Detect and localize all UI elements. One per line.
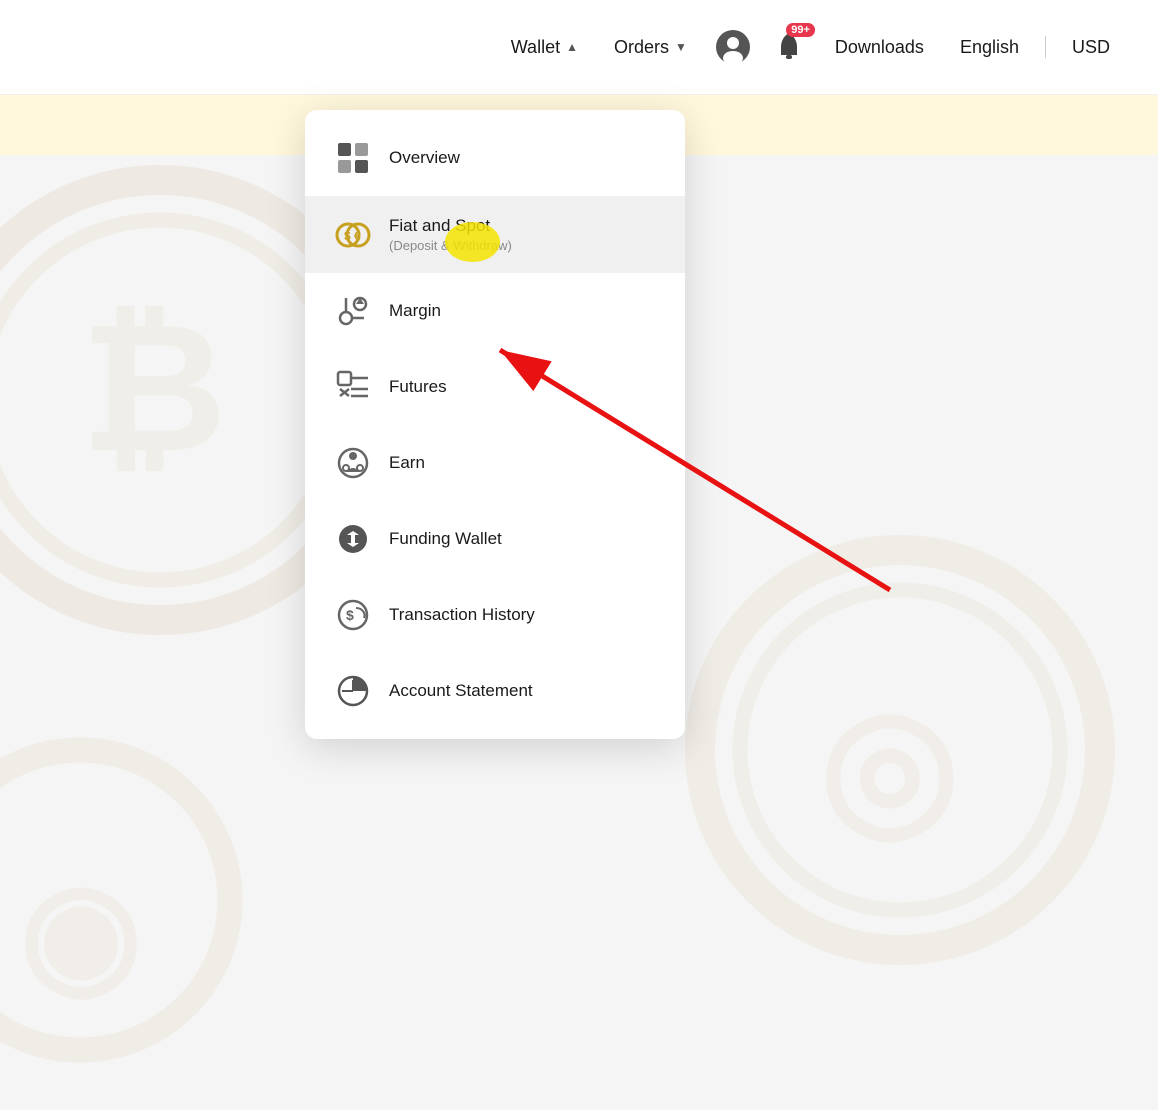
transaction-history-icon: $: [335, 597, 371, 633]
funding-wallet-icon: [335, 521, 371, 557]
overview-title: Overview: [389, 148, 460, 168]
navbar: Wallet ▲ Orders ▼ 99+ Do: [0, 0, 1158, 95]
account-statement-icon: [335, 673, 371, 709]
menu-item-earn[interactable]: Earn: [305, 425, 685, 501]
futures-icon: [335, 369, 371, 405]
earn-title: Earn: [389, 453, 425, 473]
margin-icon: [335, 293, 371, 329]
nav-usd[interactable]: USD: [1054, 29, 1128, 66]
notification-button[interactable]: 99+: [767, 25, 811, 69]
nav-english[interactable]: English: [942, 29, 1037, 66]
profile-button[interactable]: [711, 25, 755, 69]
menu-item-margin[interactable]: Margin: [305, 273, 685, 349]
menu-item-overview[interactable]: Overview: [305, 120, 685, 196]
usd-label: USD: [1072, 37, 1110, 58]
notification-badge: 99+: [786, 23, 815, 37]
highlight-annotation: [445, 222, 500, 262]
account-statement-title: Account Statement: [389, 681, 533, 701]
wallet-dropdown-menu: Overview $ € Fiat and Spot (Deposit & Wi…: [305, 110, 685, 739]
english-label: English: [960, 37, 1019, 58]
menu-item-funding-wallet[interactable]: Funding Wallet: [305, 501, 685, 577]
svg-text:$: $: [344, 229, 351, 243]
profile-icon: [716, 30, 750, 64]
overview-icon: [335, 140, 371, 176]
nav-wallet[interactable]: Wallet ▲: [493, 29, 596, 66]
menu-item-futures[interactable]: Futures: [305, 349, 685, 425]
menu-item-transaction-history[interactable]: $ Transaction History: [305, 577, 685, 653]
orders-label: Orders: [614, 37, 669, 58]
earn-icon: [335, 445, 371, 481]
nav-orders[interactable]: Orders ▼: [596, 29, 705, 66]
downloads-label: Downloads: [835, 37, 924, 58]
wallet-arrow-up-icon: ▲: [566, 40, 578, 54]
margin-title: Margin: [389, 301, 441, 321]
nav-divider: [1045, 36, 1046, 58]
funding-wallet-title: Funding Wallet: [389, 529, 502, 549]
svg-text:$: $: [346, 607, 354, 623]
orders-arrow-down-icon: ▼: [675, 40, 687, 54]
menu-item-account-statement[interactable]: Account Statement: [305, 653, 685, 729]
wallet-label: Wallet: [511, 37, 560, 58]
futures-title: Futures: [389, 377, 447, 397]
nav-downloads[interactable]: Downloads: [817, 29, 942, 66]
transaction-history-title: Transaction History: [389, 605, 535, 625]
svg-text:€: €: [354, 229, 361, 243]
fiat-spot-icon: $ €: [335, 217, 371, 253]
